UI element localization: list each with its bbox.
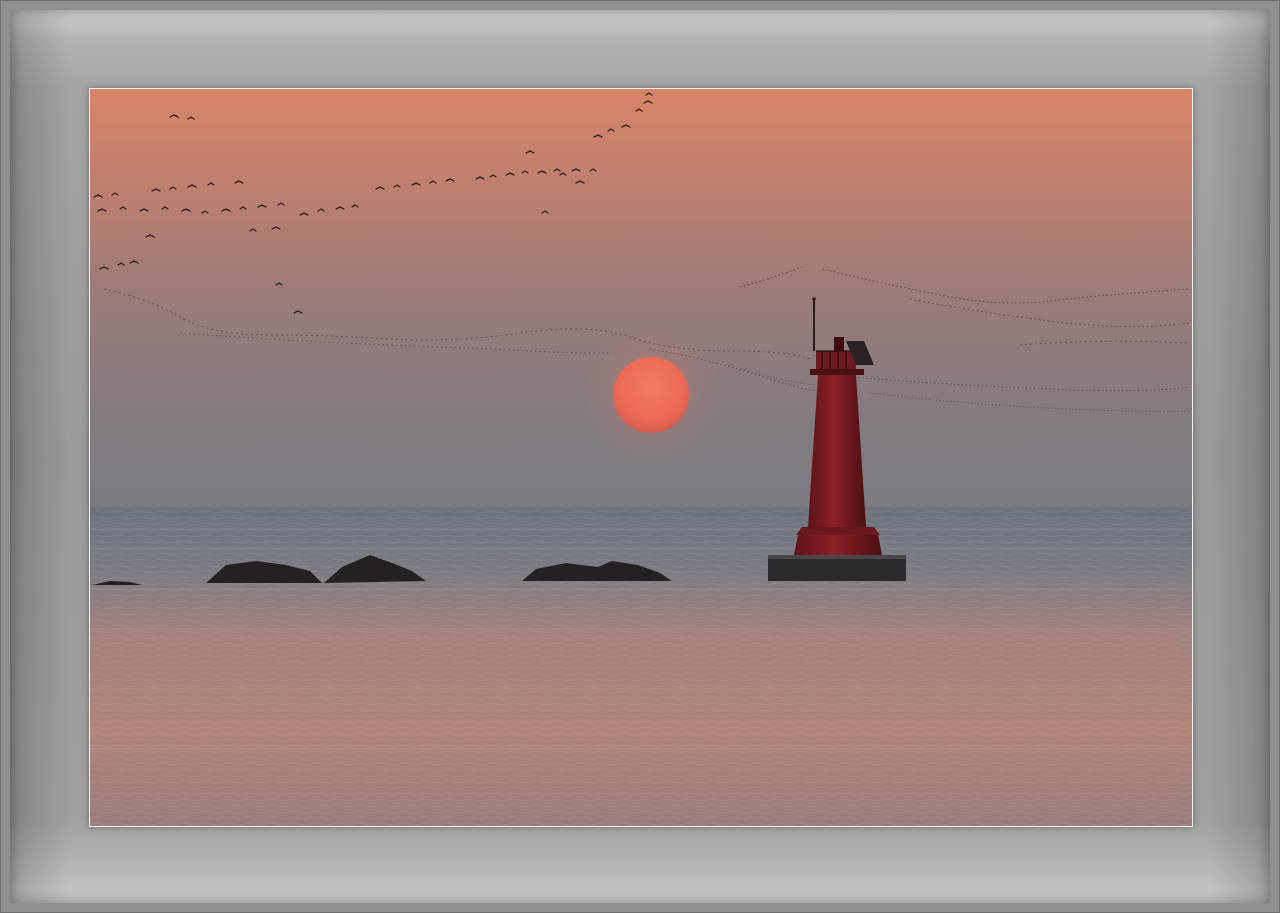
sun [613, 357, 689, 433]
lighthouse-tower [808, 375, 866, 527]
lighthouse-plinth [794, 535, 882, 555]
sunset-photo [90, 89, 1192, 826]
sea-ripples [90, 509, 1192, 826]
photo-frame [0, 0, 1280, 913]
photo-mat-border [89, 88, 1193, 827]
